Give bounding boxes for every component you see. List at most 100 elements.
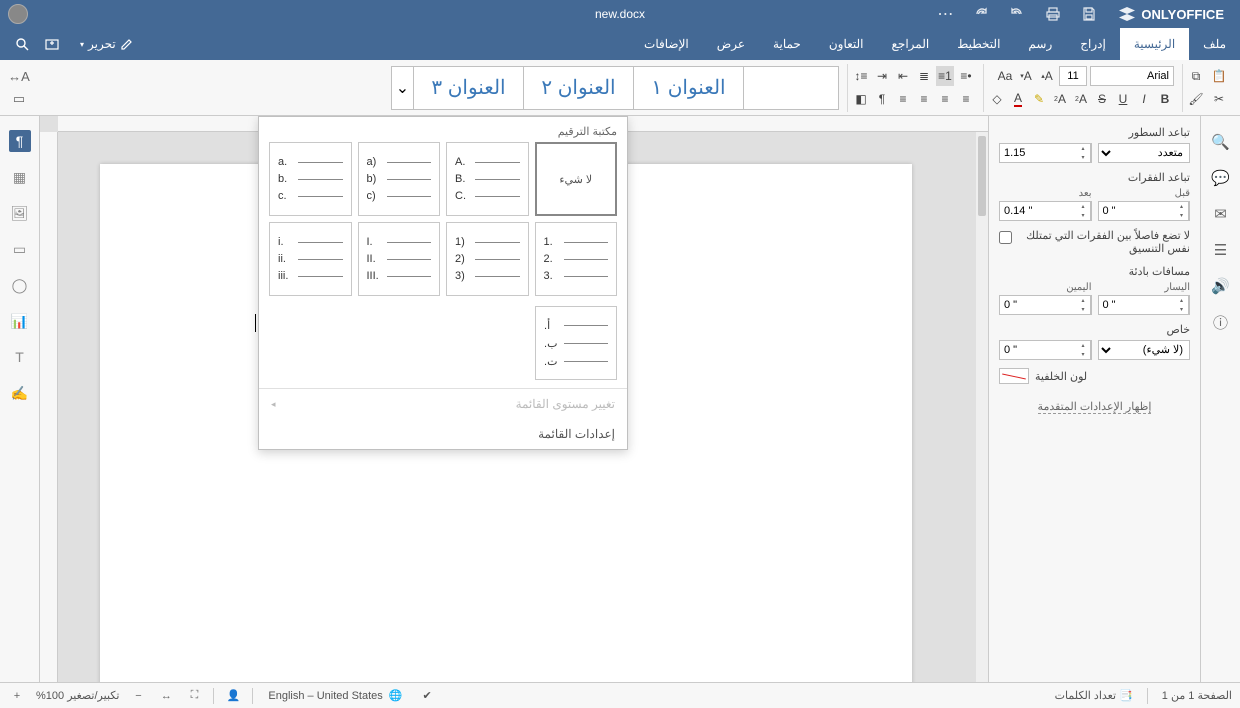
replace-button[interactable]: A↔ [10, 68, 28, 86]
document-canvas[interactable]: مكتبة الترقيم لا شيء A. B. C. a) b) c) a… [40, 116, 988, 682]
feedback-icon[interactable]: 🔊 [1209, 274, 1233, 298]
header-footer-icon[interactable]: ▭ [9, 238, 31, 260]
increase-indent-button[interactable]: ⇥ [873, 66, 891, 86]
numbering-lower-alpha-paren[interactable]: a) b) c) [358, 142, 441, 216]
nonprinting-button[interactable]: ¶ [873, 89, 891, 109]
numbering-arabic-letters[interactable]: .أ .ب .ت [535, 306, 617, 380]
shape-panel-icon[interactable]: ◯ [9, 274, 31, 296]
multilevel-button[interactable]: ≣ [915, 66, 933, 86]
font-color-button[interactable]: A [1009, 89, 1027, 109]
format-painter-button[interactable]: 🖌 [1187, 89, 1205, 109]
cut-button[interactable]: ✂ [1208, 89, 1230, 109]
style-heading1[interactable]: العنوان ١ [633, 66, 743, 110]
word-count[interactable]: 📑 تعداد الكلمات [1055, 689, 1133, 702]
fit-width-icon[interactable]: ↔ [157, 687, 175, 705]
tab-references[interactable]: المراجع [878, 28, 944, 60]
save-icon[interactable] [1075, 0, 1103, 28]
shading-button[interactable]: ◧ [852, 89, 870, 109]
find-icon[interactable]: 🔍 [1209, 130, 1233, 154]
numbering-button[interactable]: 1≡ [936, 66, 954, 86]
indent-right-input[interactable]: ▴▾ [999, 295, 1092, 315]
numbering-lower-roman-dot[interactable]: i. ii. iii. [269, 222, 352, 296]
styles-expand-button[interactable]: ⌄ [391, 66, 413, 110]
vertical-scrollbar[interactable] [976, 132, 988, 682]
more-icon[interactable]: ⋯ [931, 0, 959, 28]
line-spacing-button[interactable]: ≡↕ [852, 66, 870, 86]
clear-format-button[interactable]: ◇ [988, 89, 1006, 109]
zoom-level[interactable]: تكبير/تصغير 100% [36, 689, 119, 702]
no-space-same-checkbox[interactable] [999, 231, 1012, 244]
line-spacing-value-input[interactable]: ▴▾ [999, 143, 1092, 163]
tab-view[interactable]: عرض [703, 28, 759, 60]
numbering-upper-alpha-dot[interactable]: A. B. C. [446, 142, 529, 216]
after-input[interactable]: ▴▾ [999, 201, 1092, 221]
increase-font-button[interactable]: A▴ [1038, 66, 1056, 86]
tab-collaboration[interactable]: التعاون [815, 28, 878, 60]
align-center-button[interactable]: ≡ [936, 89, 954, 109]
textart-panel-icon[interactable]: T [9, 346, 31, 368]
numbering-decimal-dot[interactable]: 1. 2. 3. [535, 222, 618, 296]
copy-button[interactable]: ⧉ [1187, 66, 1205, 86]
font-size-input[interactable] [1059, 66, 1087, 86]
change-case-button[interactable]: Aa [996, 66, 1014, 86]
tab-layout[interactable]: التخطيط [943, 28, 1014, 60]
underline-button[interactable]: U [1114, 89, 1132, 109]
style-normal[interactable] [743, 66, 839, 110]
bold-button[interactable]: B [1156, 89, 1174, 109]
highlight-button[interactable]: ✎ [1030, 89, 1048, 109]
user-avatar[interactable] [8, 4, 28, 24]
strike-button[interactable]: S [1093, 89, 1111, 109]
zoom-out-button[interactable]: − [129, 687, 147, 705]
align-right-button[interactable]: ≡ [957, 89, 975, 109]
decrease-indent-button[interactable]: ⇤ [894, 66, 912, 86]
numbering-upper-roman-dot[interactable]: I. II. III. [358, 222, 441, 296]
edit-mode[interactable]: تحرير ▾ [74, 28, 140, 60]
spellcheck-toggle[interactable]: ✔ [417, 686, 436, 705]
numbering-lower-alpha-dot[interactable]: a. b. c. [269, 142, 352, 216]
bullets-button[interactable]: •≡ [957, 66, 975, 86]
page-indicator[interactable]: الصفحة 1 من 1 [1162, 689, 1232, 702]
tab-home[interactable]: الرئيسية [1120, 28, 1189, 60]
align-justify-button[interactable]: ≡ [894, 89, 912, 109]
align-left-button[interactable]: ≡ [915, 89, 933, 109]
zoom-in-button[interactable]: + [8, 687, 26, 705]
tab-protection[interactable]: حماية [759, 28, 815, 60]
table-panel-icon[interactable]: ▦ [9, 166, 31, 188]
fit-page-icon[interactable]: ⛶ [185, 687, 203, 705]
italic-button[interactable]: I [1135, 89, 1153, 109]
nav-icon[interactable]: ☰ [1209, 238, 1233, 262]
font-name-input[interactable] [1090, 66, 1174, 86]
decrease-font-button[interactable]: A▾ [1017, 66, 1035, 86]
special-mode-select[interactable]: (لا شيء) [1098, 340, 1191, 360]
tab-draw[interactable]: رسم [1014, 28, 1066, 60]
tab-file[interactable]: ملف [1189, 28, 1240, 60]
search-icon[interactable] [10, 32, 34, 56]
about-icon[interactable]: ⓘ [1209, 310, 1233, 334]
bg-color-swatch[interactable] [999, 368, 1029, 384]
chat-icon[interactable]: ✉ [1209, 202, 1233, 226]
superscript-button[interactable]: A2 [1072, 89, 1090, 109]
list-settings-item[interactable]: إعدادات القائمة [259, 419, 627, 449]
indent-left-input[interactable]: ▴▾ [1098, 295, 1191, 315]
open-location-icon[interactable] [40, 32, 64, 56]
track-changes-icon[interactable]: 👤 [224, 687, 242, 705]
paragraph-panel-icon[interactable]: ¶ [9, 130, 31, 152]
subscript-button[interactable]: A2 [1051, 89, 1069, 109]
chart-panel-icon[interactable]: 📊 [9, 310, 31, 332]
numbering-none[interactable]: لا شيء [535, 142, 618, 216]
comments-icon[interactable]: 💬 [1209, 166, 1233, 190]
redo-icon[interactable] [967, 0, 995, 28]
select-all-button[interactable]: ▭ [10, 90, 28, 108]
tab-insert[interactable]: إدراج [1066, 28, 1120, 60]
style-heading3[interactable]: العنوان ٣ [413, 66, 523, 110]
vertical-ruler[interactable] [40, 132, 58, 682]
line-spacing-mode-select[interactable]: متعدد [1098, 143, 1191, 163]
doc-language[interactable]: 🌐 English – United States [263, 686, 407, 705]
image-panel-icon[interactable]: 🖼 [9, 202, 31, 224]
undo-icon[interactable] [1003, 0, 1031, 28]
special-value-input[interactable]: ▴▾ [999, 340, 1092, 360]
style-heading2[interactable]: العنوان ٢ [523, 66, 633, 110]
tab-addons[interactable]: الإضافات [630, 28, 703, 60]
numbering-decimal-paren[interactable]: 1) 2) 3) [446, 222, 529, 296]
before-input[interactable]: ▴▾ [1098, 201, 1191, 221]
